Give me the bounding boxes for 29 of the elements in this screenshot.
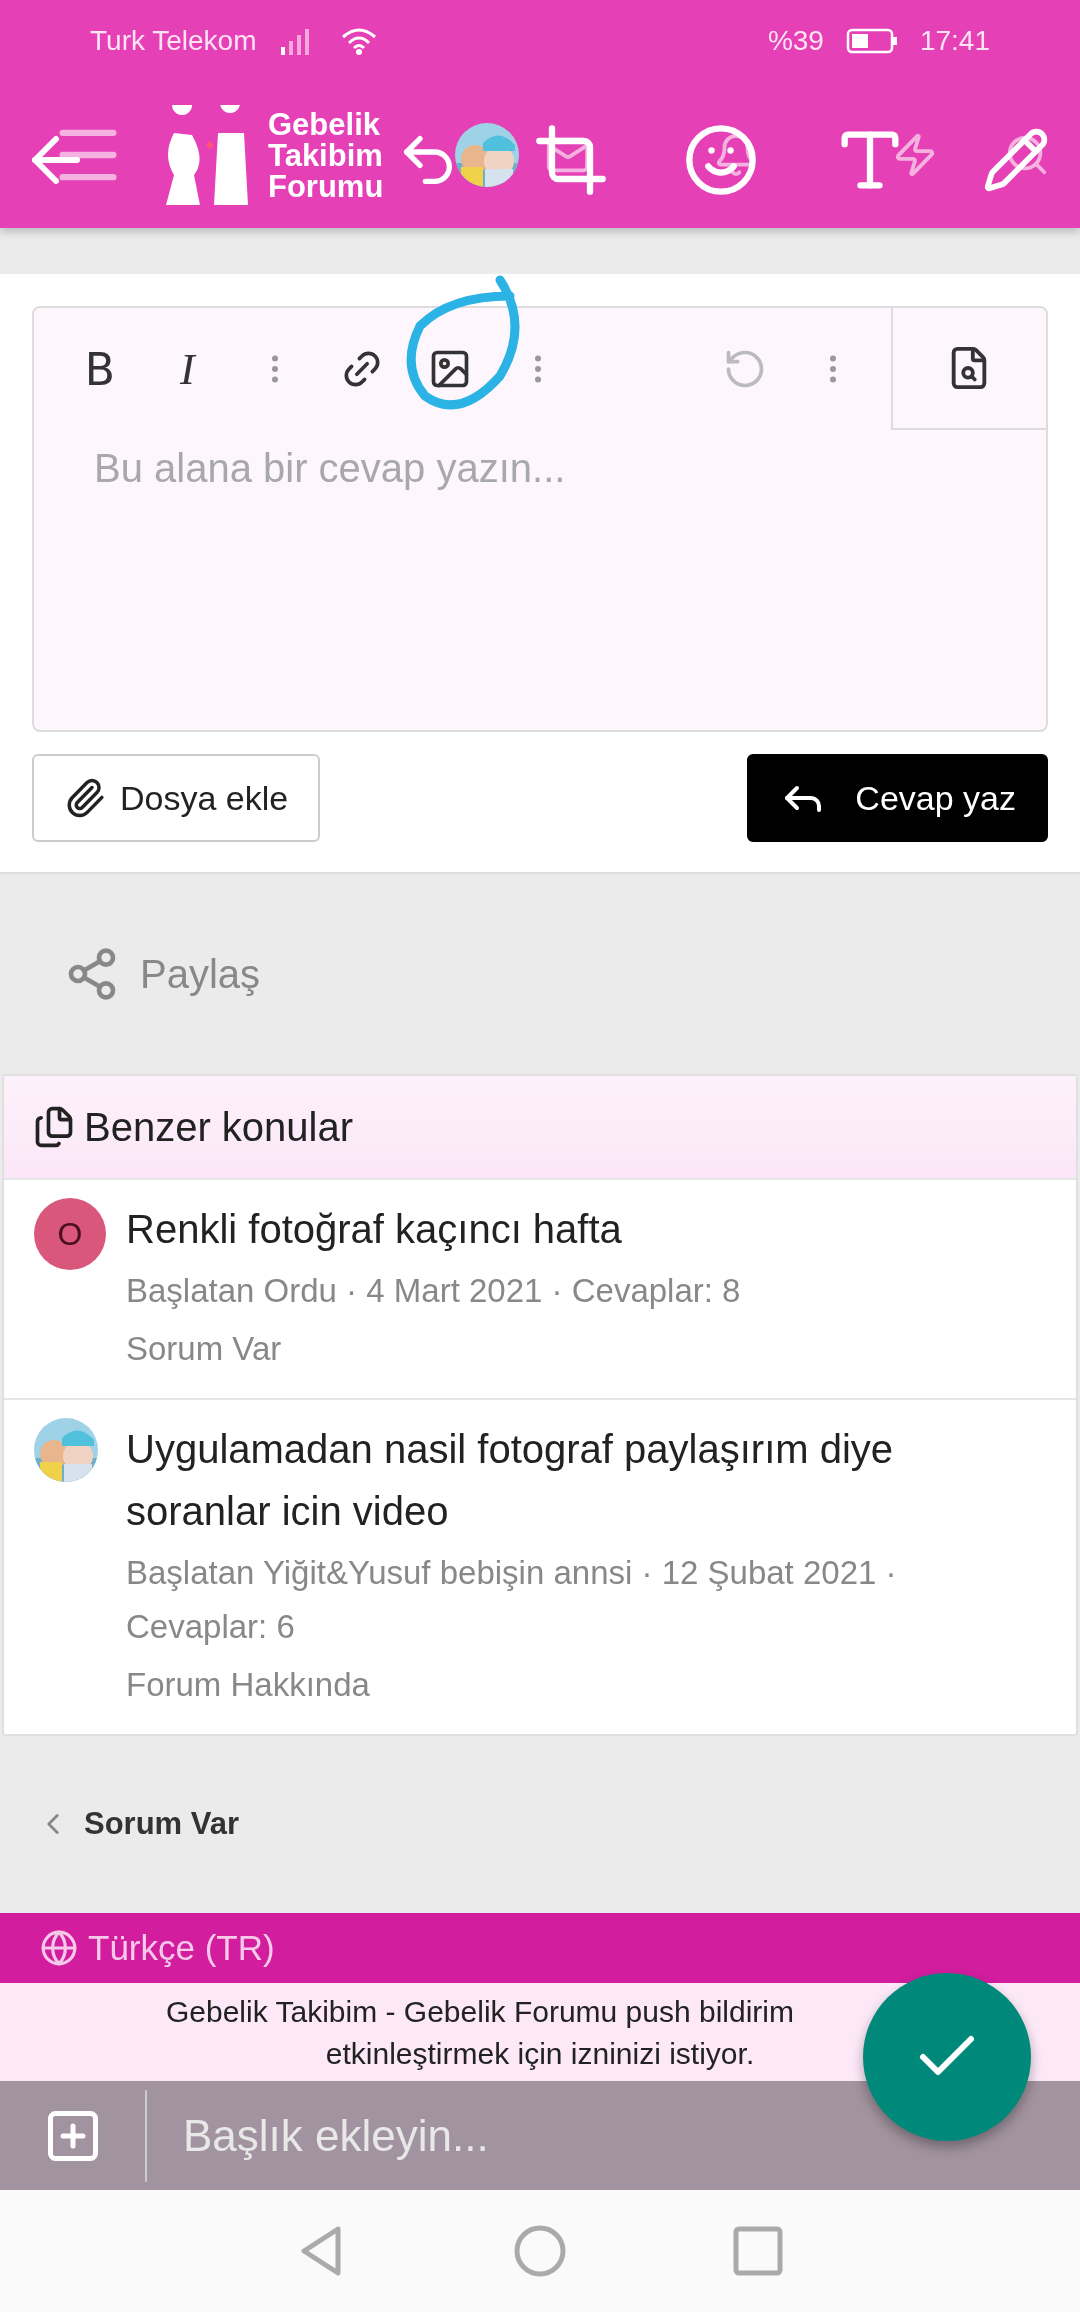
- reply-button[interactable]: Cevap yaz: [747, 754, 1048, 842]
- battery-percent: %39: [767, 25, 824, 57]
- bold-button[interactable]: B: [70, 337, 130, 401]
- thread-title[interactable]: Uygulamadan nasil fotograf paylaşırım diye soranlar icin video: [126, 1418, 1046, 1542]
- notification-notice: etkinleştirmek için izninizi istiyor.: [325, 2036, 755, 2072]
- wifi-icon: [340, 27, 377, 55]
- thread-title[interactable]: Renkli fotoğraf kaçıncı hafta: [126, 1198, 741, 1260]
- breadcrumb-link[interactable]: Sorum Var: [36, 1805, 240, 1842]
- user-avatar: O: [34, 1198, 106, 1270]
- italic-button[interactable]: I: [157, 337, 218, 401]
- forum-name: Sorum Var: [126, 1329, 283, 1369]
- carrier-name: Turk Telekom: [90, 25, 257, 57]
- forum-name: Forum Hakkında: [126, 1665, 371, 1705]
- preview-button[interactable]: [890, 308, 1046, 430]
- reply-input[interactable]: Bu alana bir cevap yazın...: [34, 430, 1046, 730]
- logo-text: Gebelik: [268, 108, 381, 140]
- logo-text: Forumu: [268, 170, 384, 202]
- thread-meta: Başlatan Ordu · 4 Mart 2021 · Cevaplar: 8: [126, 1271, 741, 1311]
- logo-text: Takibim: [268, 139, 384, 171]
- battery-icon: [845, 27, 898, 55]
- caption-input[interactable]: Başlık ekleyin...: [147, 2109, 1080, 2162]
- attach-file-button[interactable]: Dosya ekle: [32, 754, 321, 842]
- globe-icon: [40, 1929, 78, 1967]
- caption-bar[interactable]: Başlık ekleyin...: [0, 2081, 1080, 2190]
- reply-editor[interactable]: B I Bu alana bir cevap yazın...: [32, 306, 1048, 732]
- section-title: Benzer konular: [84, 1104, 354, 1150]
- clock-time: 17:41: [919, 25, 990, 57]
- notification-notice: Gebelik Takibim - Gebelik Forumu push bildirim: [166, 1994, 795, 2030]
- thread-meta: Başlatan Yiğit&Yusuf bebişin annsi · 12 Şubat 2021 · Cevaplar: 6: [126, 1553, 898, 1647]
